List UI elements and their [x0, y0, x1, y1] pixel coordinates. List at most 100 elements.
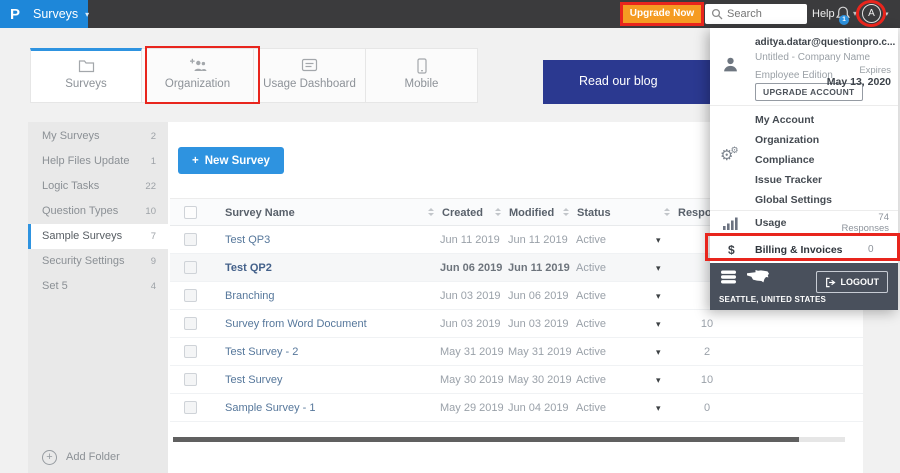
- dashboard-icon: [254, 58, 365, 75]
- mobile-phone-icon: [366, 58, 477, 75]
- row-actions-caret[interactable]: ▾: [656, 310, 661, 338]
- survey-name-link[interactable]: Test Survey - 2: [225, 338, 298, 366]
- sidebar-item-my-surveys[interactable]: My Surveys 2: [28, 124, 168, 149]
- sort-icon[interactable]: [664, 208, 670, 216]
- survey-name-link[interactable]: Test QP2: [225, 254, 272, 282]
- help-link[interactable]: Help: [812, 8, 835, 20]
- dropdown-footer: SEATTLE, UNITED STATES LOGOUT: [710, 263, 898, 310]
- module-tabs: Surveys Organization Usage Dashboard Mob…: [30, 48, 478, 103]
- add-folder-label: Add Folder: [66, 451, 120, 463]
- logout-button[interactable]: LOGOUT: [815, 271, 888, 293]
- column-header-survey-name[interactable]: Survey Name: [225, 199, 295, 227]
- new-survey-button[interactable]: + New Survey: [178, 147, 284, 174]
- sort-icon[interactable]: [563, 208, 569, 216]
- plus-circle-icon: +: [42, 449, 57, 465]
- horizontal-scrollbar-track[interactable]: [173, 437, 845, 442]
- created-date: May 31 2019: [440, 346, 504, 358]
- row-actions-caret[interactable]: ▾: [656, 366, 661, 394]
- menu-item-global-settings[interactable]: Global Settings: [710, 190, 898, 210]
- sidebar-item-sample-surveys[interactable]: Sample Surveys 7: [28, 224, 168, 249]
- table-row: Survey from Word Document Jun 03 2019 Ju…: [170, 310, 863, 338]
- row-actions-caret[interactable]: ▾: [656, 338, 661, 366]
- row-actions-caret[interactable]: ▾: [656, 254, 661, 282]
- survey-name-link[interactable]: Sample Survey - 1: [225, 394, 315, 422]
- tab-label: Usage Dashboard: [263, 78, 356, 90]
- row-checkbox[interactable]: [184, 289, 197, 302]
- row-actions-caret[interactable]: ▾: [656, 394, 661, 422]
- usage-value: 74 Responses: [841, 212, 889, 234]
- chevron-down-icon: ▾: [885, 11, 889, 18]
- product-menu-label: Surveys: [33, 7, 79, 21]
- chevron-down-icon: ▾: [85, 9, 90, 19]
- server-location-label: SEATTLE, UNITED STATES: [719, 295, 827, 304]
- row-actions-caret[interactable]: ▾: [656, 226, 661, 254]
- row-checkbox[interactable]: [184, 345, 197, 358]
- survey-name-link[interactable]: Test Survey: [225, 366, 282, 394]
- sidebar-item-logic-tasks[interactable]: Logic Tasks 22: [28, 174, 168, 199]
- horizontal-scrollbar-thumb[interactable]: [173, 437, 799, 442]
- notification-count-badge: 1: [839, 15, 849, 25]
- account-avatar[interactable]: A: [862, 4, 881, 23]
- sidebar-item-label: Set 5: [42, 280, 68, 292]
- status-value: Active: [576, 234, 606, 246]
- sort-icon[interactable]: [428, 208, 434, 216]
- account-email: aditya.datar@questionpro.c...: [755, 37, 895, 48]
- sidebar-item-label: Help Files Update: [42, 155, 130, 167]
- created-date: Jun 06 2019: [440, 262, 503, 274]
- product-menu[interactable]: P Surveys ▾: [0, 0, 90, 28]
- status-value: Active: [576, 346, 606, 358]
- column-header-created[interactable]: Created: [442, 199, 483, 227]
- add-folder-button[interactable]: + Add Folder: [28, 441, 168, 473]
- status-value: Active: [576, 374, 606, 386]
- questionpro-logo: P: [10, 5, 21, 23]
- sidebar-item-count: 7: [150, 231, 156, 242]
- row-checkbox[interactable]: [184, 317, 197, 330]
- sidebar-item-question-types[interactable]: Question Types 10: [28, 199, 168, 224]
- upgrade-now-button[interactable]: Upgrade Now: [623, 5, 701, 23]
- logout-label: LOGOUT: [840, 277, 880, 287]
- usage-menu-row[interactable]: Usage 74 Responses: [710, 210, 898, 237]
- created-date: Jun 03 2019: [440, 318, 501, 330]
- plus-icon: +: [192, 154, 199, 167]
- created-date: May 29 2019: [440, 402, 504, 414]
- row-checkbox[interactable]: [184, 233, 197, 246]
- add-people-icon: [142, 58, 253, 75]
- sidebar-item-help-files-update[interactable]: Help Files Update 1: [28, 149, 168, 174]
- column-header-status[interactable]: Status: [577, 199, 611, 227]
- menu-item-my-account[interactable]: My Account: [710, 110, 898, 130]
- table-row: Test Survey - 2 May 31 2019 May 31 2019 …: [170, 338, 863, 366]
- chevron-down-icon: ▾: [853, 9, 858, 18]
- sidebar-item-count: 1: [150, 156, 156, 167]
- dollar-icon: $: [728, 243, 735, 257]
- tab-surveys[interactable]: Surveys: [30, 48, 142, 103]
- responses-count: 10: [700, 318, 714, 330]
- tab-usage-dashboard[interactable]: Usage Dashboard: [254, 48, 366, 103]
- row-actions-caret[interactable]: ▾: [656, 282, 661, 310]
- billing-label: Billing & Invoices: [755, 244, 843, 256]
- row-checkbox[interactable]: [184, 401, 197, 414]
- account-company: Untitled - Company Name: [755, 52, 871, 63]
- tab-organization[interactable]: Organization: [142, 48, 254, 103]
- modified-date: Jun 06 2019: [508, 290, 569, 302]
- tab-mobile[interactable]: Mobile: [366, 48, 478, 103]
- row-checkbox[interactable]: [184, 373, 197, 386]
- survey-name-link[interactable]: Branching: [225, 282, 275, 310]
- sidebar-item-label: Question Types: [42, 205, 119, 217]
- status-value: Active: [576, 318, 606, 330]
- expires-date: May 13, 2020: [826, 76, 891, 88]
- column-header-modified[interactable]: Modified: [509, 199, 554, 227]
- person-icon: [724, 57, 737, 72]
- survey-name-link[interactable]: Test QP3: [225, 226, 270, 254]
- sidebar-item-security-settings[interactable]: Security Settings 9: [28, 249, 168, 274]
- sidebar-item-label: Security Settings: [42, 255, 125, 267]
- created-date: Jun 03 2019: [440, 290, 501, 302]
- billing-invoices-row[interactable]: $ Billing & Invoices 0: [710, 237, 898, 263]
- sidebar-item-count: 9: [150, 256, 156, 267]
- table-row: Sample Survey - 1 May 29 2019 Jun 04 201…: [170, 394, 863, 422]
- sidebar-item-set-5[interactable]: Set 5 4: [28, 274, 168, 299]
- menu-item-issue-tracker[interactable]: Issue Tracker: [710, 170, 898, 190]
- sort-icon[interactable]: [495, 208, 501, 216]
- survey-name-link[interactable]: Survey from Word Document: [225, 310, 367, 338]
- row-checkbox[interactable]: [184, 261, 197, 274]
- select-all-checkbox[interactable]: [184, 206, 197, 219]
